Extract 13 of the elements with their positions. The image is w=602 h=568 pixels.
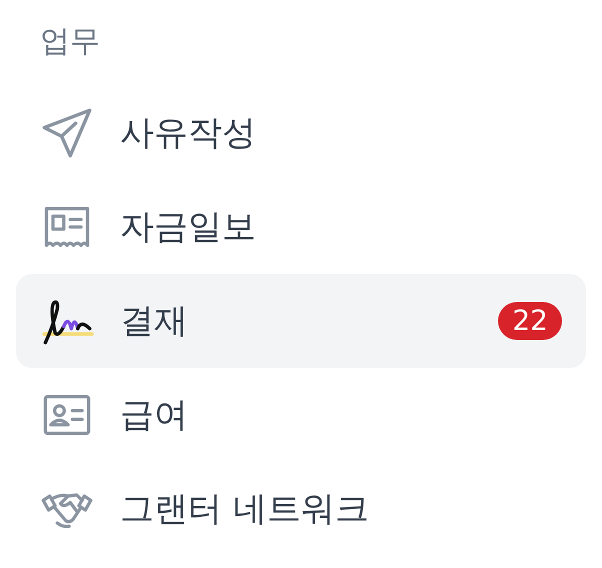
send-icon <box>40 106 94 160</box>
menu-item[interactable]: 급여 <box>16 368 586 462</box>
menu-label: 사유작성 <box>120 112 257 155</box>
menu-item[interactable]: 결재 22 <box>16 274 586 368</box>
menu-label: 자금일보 <box>120 206 257 249</box>
menu-item[interactable]: 그랜터 네트워크 <box>16 462 586 556</box>
count-badge: 22 <box>498 302 562 340</box>
menu-label: 결재 <box>120 300 189 343</box>
menu-item[interactable]: 자금일보 <box>16 180 586 274</box>
menu-item[interactable]: 사유작성 <box>16 86 586 180</box>
menu-label: 급여 <box>120 394 189 437</box>
menu-label: 그랜터 네트워크 <box>120 488 370 531</box>
section-heading: 업무 <box>39 23 101 61</box>
